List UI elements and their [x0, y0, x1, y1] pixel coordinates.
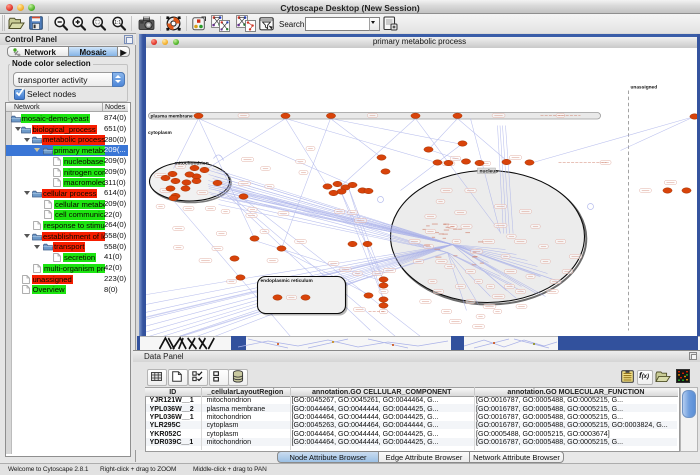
svg-text:1:1: 1:1	[114, 20, 121, 26]
svg-text:cytoplasm: cytoplasm	[148, 130, 172, 136]
svg-text:nucleus: nucleus	[479, 168, 498, 174]
svg-text:endoplasmic reticulum: endoplasmic reticulum	[260, 278, 312, 284]
svg-text:unassigned: unassigned	[630, 84, 657, 90]
svg-text:mitochondrion: mitochondrion	[174, 160, 208, 166]
svg-text:plasma membrane: plasma membrane	[150, 113, 192, 119]
